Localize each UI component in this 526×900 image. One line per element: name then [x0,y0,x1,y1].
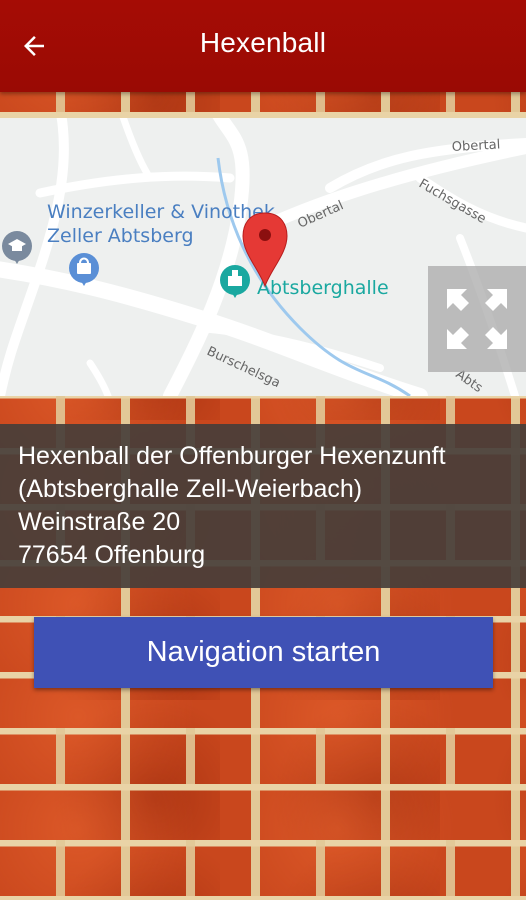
event-street: Weinstraße 20 [18,508,181,536]
fullscreen-expand-icon [447,289,507,349]
event-venue: (Abtsberghalle Zell-Weierbach) [18,475,363,503]
event-info-box: Hexenball der Offenburger Hexenzunft (Ab… [0,424,526,588]
street-label-obertal: Obertal [451,137,500,155]
map-view[interactable]: Winzerkeller & Vinothek Zeller Abtsberg … [0,118,526,396]
poi-winzerkeller-label: Winzerkeller & Vinothek [47,201,275,223]
app-bar: Hexenball [0,0,526,92]
poi-abtsberghalle-label: Abtsberghalle [257,277,389,299]
start-navigation-button[interactable]: Navigation starten [34,617,493,688]
poi-winzerkeller-label-line2: Zeller Abtsberg [47,225,194,247]
fullscreen-button[interactable] [428,266,526,372]
page-title: Hexenball [199,27,327,58]
event-name: Hexenball der Offenburger Hexenzunft [18,442,446,470]
event-city: 77654 Offenburg [18,541,206,569]
